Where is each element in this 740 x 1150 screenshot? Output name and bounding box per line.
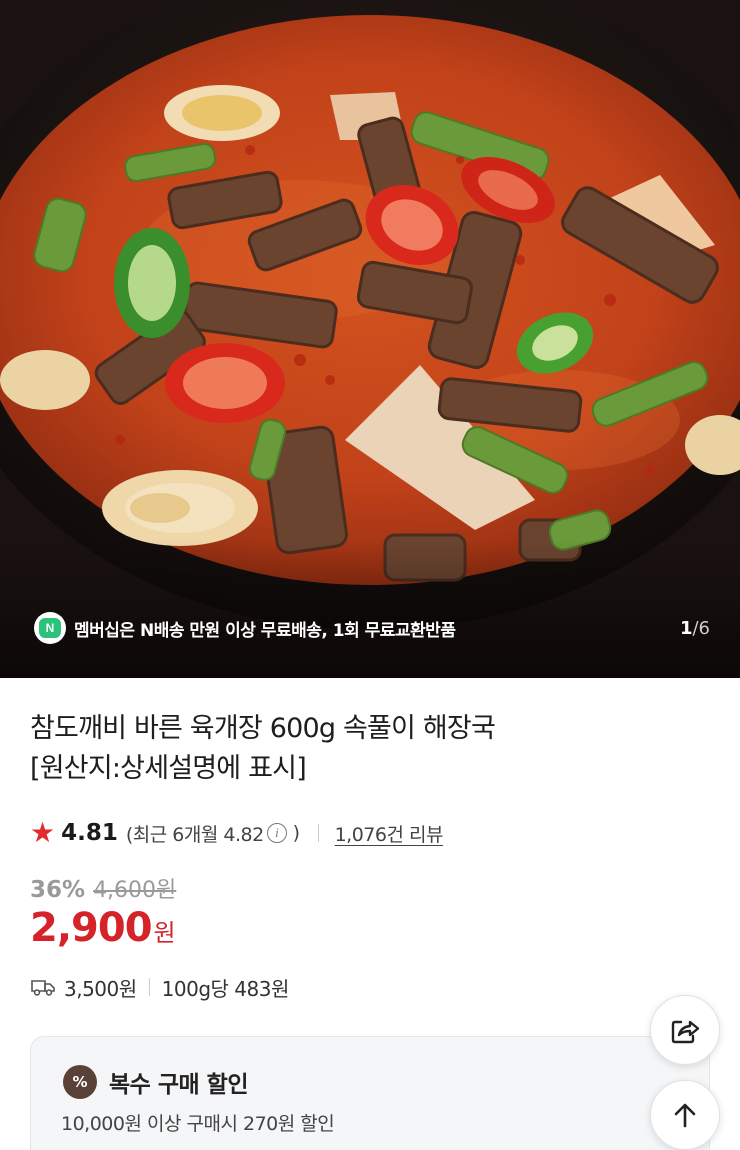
- bulk-discount-header: % 복수 구매 할인: [63, 1065, 248, 1099]
- membership-banner: N 멤버십은 N배송 만원 이상 무료배송, 1회 무료교환반품 1/6: [34, 611, 710, 645]
- membership-logo-icon: N: [34, 612, 66, 644]
- arrow-up-icon: [674, 1103, 696, 1128]
- product-title-line1: 참도깨비 바른 육개장 600g 속풀이 해장국: [30, 713, 496, 744]
- discount-rate: 36%: [30, 877, 86, 903]
- divider: [317, 824, 319, 842]
- recent-rating-text: (최근 6개월 4.82: [125, 823, 264, 846]
- review-count-link[interactable]: 1,076건 리뷰: [335, 820, 444, 847]
- rating-row: ★ 4.81 (최근 6개월 4.82 i ) 1,076건 리뷰: [30, 815, 443, 851]
- info-icon[interactable]: i: [266, 823, 287, 843]
- product-image: [0, 0, 740, 678]
- product-image-carousel[interactable]: N 멤버십은 N배송 만원 이상 무료배송, 1회 무료교환반품 1/6: [0, 0, 740, 678]
- product-title: 참도깨비 바른 육개장 600g 속풀이 해장국 [원산지:상세설명에 표시]: [30, 709, 630, 789]
- share-icon: [671, 1020, 700, 1044]
- product-title-line2: [원산지:상세설명에 표시]: [30, 753, 307, 784]
- shipping-fee: 3,500원: [64, 976, 137, 1001]
- unit-price: 100g당 483원: [161, 976, 290, 1001]
- percent-badge-icon: %: [63, 1065, 97, 1099]
- sale-price: 2,900: [30, 905, 153, 951]
- image-counter-total: 6: [698, 617, 710, 639]
- bulk-discount-description: 10,000원 이상 구매시 270원 할인: [61, 1113, 335, 1135]
- sale-price-row: 2,900 원: [30, 905, 176, 951]
- bulk-discount-title: 복수 구매 할인: [109, 1072, 248, 1098]
- rating-value: 4.81: [61, 820, 118, 846]
- discount-row: 36% 4,600원: [30, 872, 176, 904]
- sale-price-unit: 원: [153, 919, 176, 947]
- star-icon: ★: [30, 816, 56, 849]
- truck-icon: [31, 980, 55, 996]
- bulk-discount-box[interactable]: % 복수 구매 할인 10,000원 이상 구매시 270원 할인: [30, 1036, 710, 1150]
- divider: [148, 978, 150, 996]
- membership-text: 멤버십은 N배송 만원 이상 무료배송, 1회 무료교환반품: [74, 620, 456, 641]
- share-button[interactable]: [650, 995, 720, 1065]
- recent-rating-close: ): [292, 822, 300, 844]
- membership-logo-letter: N: [39, 618, 61, 638]
- scroll-top-button[interactable]: [650, 1080, 720, 1150]
- image-counter-current: 1: [679, 617, 693, 639]
- shipping-row: 3,500원 100g당 483원: [30, 970, 289, 1004]
- image-counter: 1/6: [680, 618, 710, 639]
- original-price: 4,600원: [93, 878, 177, 903]
- recent-rating: (최근 6개월 4.82 i ): [126, 820, 300, 847]
